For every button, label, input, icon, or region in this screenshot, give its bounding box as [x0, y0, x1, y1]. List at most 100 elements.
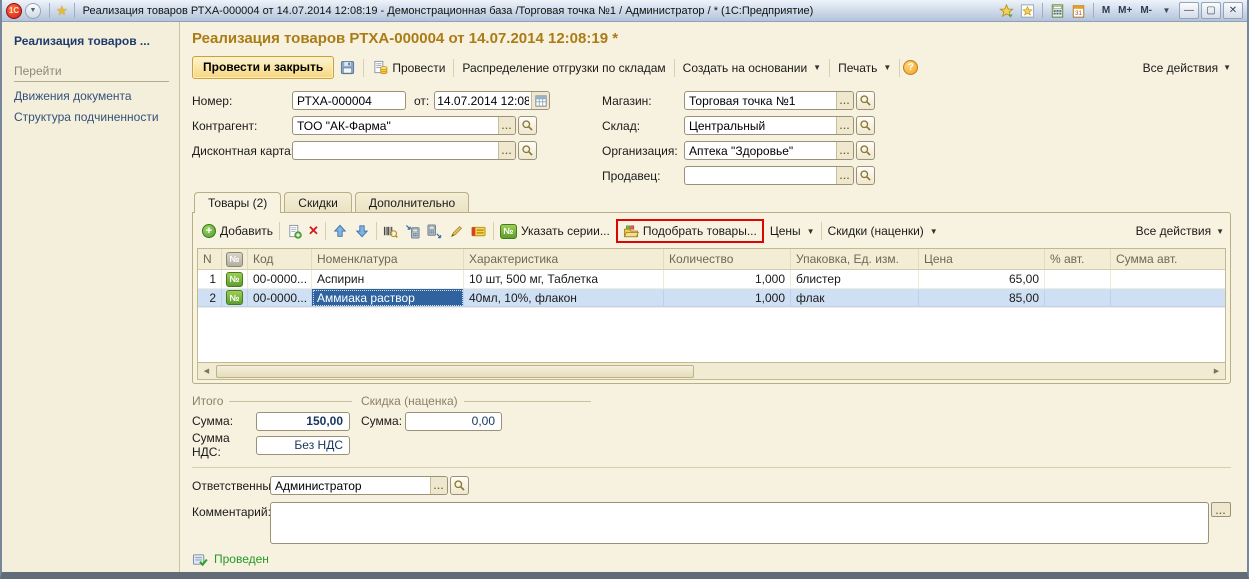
responsible-field[interactable] [271, 477, 430, 494]
seller-select-icon[interactable]: ... [836, 167, 853, 184]
scroll-left-icon[interactable]: ◀ [198, 363, 215, 379]
discount-card-button[interactable] [468, 221, 490, 241]
cell-characteristic[interactable]: 40мл, 10%, флакон [464, 289, 664, 307]
date-picker-calendar-icon[interactable] [531, 92, 549, 109]
shipment-distribution-button[interactable]: Распределение отгрузки по складам [457, 59, 670, 77]
cell-packing[interactable]: флак [791, 289, 919, 307]
memory-m-button[interactable]: M [1099, 2, 1113, 19]
total-sum-field[interactable]: 150,00 [256, 412, 350, 431]
number-field[interactable] [292, 91, 406, 110]
delete-row-button[interactable]: ✕ [305, 221, 322, 241]
cell-code[interactable]: 00-0000... [248, 289, 312, 307]
col-header-series[interactable]: № [222, 249, 248, 269]
table-row-selected[interactable]: 2 № 00-0000... Аммиака раствор 40мл, 10%… [198, 289, 1225, 308]
shop-select-icon[interactable]: ... [836, 92, 853, 109]
main-menu-button[interactable]: ▼ [25, 3, 41, 19]
organization-search-icon[interactable] [856, 141, 875, 160]
tab-additional[interactable]: Дополнительно [355, 192, 469, 212]
favorites-star-icon[interactable]: ★ [56, 3, 68, 19]
responsible-search-icon[interactable] [450, 476, 469, 495]
col-header-sum-auto[interactable]: Сумма авт. [1111, 249, 1225, 269]
cell-code[interactable]: 00-0000... [248, 270, 312, 288]
cell-n[interactable]: 1 [198, 270, 222, 288]
post-button[interactable]: Провести [367, 58, 450, 78]
maximize-button[interactable]: ▢ [1201, 2, 1221, 19]
responsible-select-icon[interactable]: ... [430, 477, 447, 494]
sidebar-link-document-movements[interactable]: Движения документа [14, 89, 169, 103]
cell-quantity[interactable]: 1,000 [664, 289, 791, 307]
discounts-markups-button[interactable]: Скидки (наценки)▼ [825, 222, 941, 240]
cell-nomenclature-active[interactable]: Аммиака раствор [312, 289, 464, 307]
col-header-pct-auto[interactable]: % авт. [1045, 249, 1111, 269]
cell-quantity[interactable]: 1,000 [664, 270, 791, 288]
table-row[interactable]: 1 № 00-0000... Аспирин 10 шт, 500 мг, Та… [198, 270, 1225, 289]
calendar-icon[interactable]: 31 [1069, 2, 1088, 19]
shop-search-icon[interactable] [856, 91, 875, 110]
minimize-button[interactable]: — [1179, 2, 1199, 19]
cell-packing[interactable]: блистер [791, 270, 919, 288]
terminal-unload-button[interactable] [424, 221, 446, 241]
cell-price[interactable]: 65,00 [919, 270, 1045, 288]
print-button[interactable]: Печать▼ [833, 59, 896, 77]
horizontal-scrollbar[interactable]: ◀ ▶ [198, 362, 1225, 379]
vat-sum-field[interactable]: Без НДС [256, 436, 350, 455]
counterparty-search-icon[interactable] [518, 116, 537, 135]
cell-sum-auto[interactable] [1111, 270, 1225, 288]
col-header-quantity[interactable]: Количество [664, 249, 791, 269]
col-header-packing[interactable]: Упаковка, Ед. изм. [791, 249, 919, 269]
col-header-code[interactable]: Код [248, 249, 312, 269]
tab-goods[interactable]: Товары (2) [194, 192, 281, 213]
form-all-actions-button[interactable]: Все действия▼ [1143, 61, 1231, 75]
favorites-list-icon[interactable] [1018, 2, 1037, 19]
save-button[interactable] [334, 58, 360, 78]
cell-series[interactable]: № [222, 289, 248, 307]
warehouse-field[interactable] [685, 117, 836, 134]
calculator-icon[interactable] [1048, 2, 1067, 19]
move-row-down-button[interactable] [351, 221, 373, 241]
tab-discounts[interactable]: Скидки [284, 192, 352, 212]
comment-expand-icon[interactable]: ... [1211, 502, 1231, 517]
organization-select-icon[interactable]: ... [836, 142, 853, 159]
shop-field[interactable] [685, 92, 836, 109]
create-based-on-button[interactable]: Создать на основании▼ [678, 59, 826, 77]
move-row-up-button[interactable] [329, 221, 351, 241]
add-to-favorites-icon[interactable] [997, 2, 1016, 19]
cell-characteristic[interactable]: 10 шт, 500 мг, Таблетка [464, 270, 664, 288]
close-button[interactable]: ✕ [1223, 2, 1243, 19]
date-field[interactable] [435, 92, 531, 109]
seller-search-icon[interactable] [856, 166, 875, 185]
col-header-n[interactable]: N [198, 249, 222, 269]
pick-goods-button[interactable]: Подобрать товары... [623, 223, 757, 239]
cell-sum-auto[interactable] [1111, 289, 1225, 307]
sidebar-link-subordination-structure[interactable]: Структура подчиненности [14, 110, 169, 124]
barcode-search-button[interactable] [380, 221, 402, 241]
set-series-button[interactable]: № Указать серии... [497, 222, 613, 241]
discount-card-field[interactable] [293, 142, 498, 159]
items-all-actions-button[interactable]: Все действия▼ [1136, 224, 1224, 238]
memory-m-plus-button[interactable]: M+ [1115, 2, 1135, 19]
post-and-close-button[interactable]: Провести и закрыть [192, 56, 334, 79]
titlebar-chevron-down-icon[interactable]: ▼ [1157, 2, 1176, 19]
cell-price[interactable]: 85,00 [919, 289, 1045, 307]
cell-nomenclature[interactable]: Аспирин [312, 270, 464, 288]
discount-card-search-icon[interactable] [518, 141, 537, 160]
memory-m-minus-button[interactable]: M- [1137, 2, 1155, 19]
cell-series[interactable]: № [222, 270, 248, 288]
cell-pct-auto[interactable] [1045, 289, 1111, 307]
counterparty-select-icon[interactable]: ... [498, 117, 515, 134]
add-row-button[interactable]: + Добавить [199, 222, 276, 240]
seller-field[interactable] [685, 167, 836, 184]
cell-n[interactable]: 2 [198, 289, 222, 307]
organization-field[interactable] [685, 142, 836, 159]
cell-pct-auto[interactable] [1045, 270, 1111, 288]
comment-field[interactable] [270, 502, 1209, 544]
col-header-characteristic[interactable]: Характеристика [464, 249, 664, 269]
scroll-right-icon[interactable]: ▶ [1208, 363, 1225, 379]
col-header-price[interactable]: Цена [919, 249, 1045, 269]
warehouse-select-icon[interactable]: ... [836, 117, 853, 134]
discount-sum-field[interactable]: 0,00 [405, 412, 502, 431]
copy-row-button[interactable] [283, 221, 305, 241]
help-icon[interactable]: ? [903, 60, 918, 75]
terminal-load-button[interactable] [402, 221, 424, 241]
warehouse-search-icon[interactable] [856, 116, 875, 135]
